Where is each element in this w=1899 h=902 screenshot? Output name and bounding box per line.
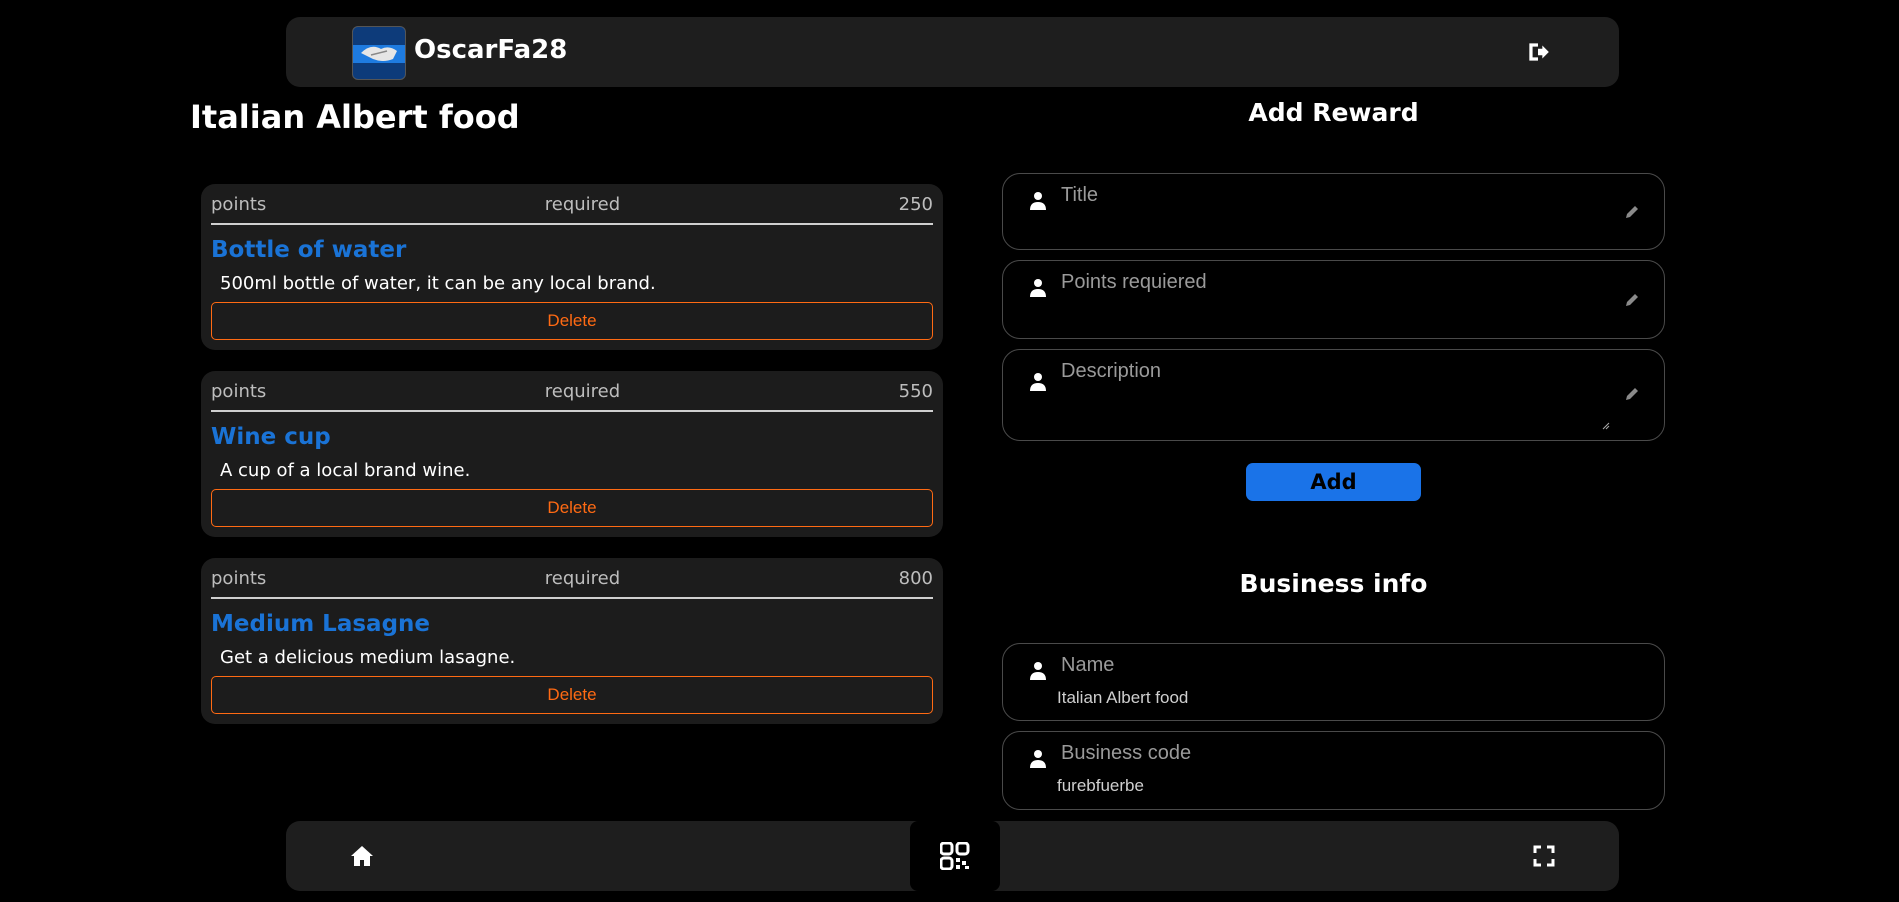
page-title: Italian Albert food <box>190 98 520 136</box>
person-icon <box>1030 662 1046 680</box>
delete-button[interactable]: Delete <box>211 489 933 527</box>
qr-code-button[interactable] <box>910 821 1000 891</box>
reward-title: Medium Lasagne <box>211 611 431 637</box>
resize-handle-icon[interactable] <box>1602 422 1610 430</box>
add-reward-heading: Add Reward <box>1248 98 1419 127</box>
reward-title: Wine cup <box>211 424 331 450</box>
required-label: required <box>544 568 621 589</box>
username: OscarFa28 <box>414 35 568 65</box>
points-value: 250 <box>898 194 933 215</box>
title-label: Title <box>1061 184 1099 206</box>
pencil-icon <box>1626 294 1638 306</box>
reward-card: points required 250 Bottle of water 500m… <box>201 184 943 350</box>
business-info-heading: Business info <box>1239 569 1428 598</box>
reward-card-header: points required 800 <box>211 568 933 599</box>
business-code-field[interactable]: Business code furebfuerbe <box>1002 731 1665 810</box>
points-label: points <box>211 568 267 589</box>
description-label: Description <box>1061 360 1162 382</box>
business-code-value: furebfuerbe <box>1057 776 1144 795</box>
qr-code-icon <box>940 842 970 870</box>
business-name-label: Name <box>1061 654 1115 676</box>
points-label: points <box>211 194 267 215</box>
description-field[interactable]: Description <box>1002 349 1665 441</box>
reward-title: Bottle of water <box>211 237 407 263</box>
reward-card: points required 800 Medium Lasagne Get a… <box>201 558 943 724</box>
points-label: points <box>211 381 267 402</box>
required-label: required <box>544 381 621 402</box>
title-field[interactable]: Title <box>1002 173 1665 250</box>
top-bar: OscarFa28 <box>286 17 1619 87</box>
business-name-field[interactable]: Name Italian Albert food <box>1002 643 1665 721</box>
reward-description: 500ml bottle of water, it can be any loc… <box>220 273 656 294</box>
pencil-icon <box>1626 206 1638 218</box>
business-name-value: Italian Albert food <box>1057 688 1189 707</box>
delete-button[interactable]: Delete <box>211 676 933 714</box>
add-button[interactable]: Add <box>1246 463 1421 501</box>
reward-card-header: points required 550 <box>211 381 933 412</box>
bottom-nav <box>286 821 1619 891</box>
reward-card: points required 550 Wine cup A cup of a … <box>201 371 943 537</box>
person-icon <box>1030 279 1046 297</box>
person-icon <box>1030 192 1046 210</box>
logout-icon[interactable] <box>1525 39 1551 65</box>
points-value: 800 <box>898 568 933 589</box>
reward-card-header: points required 250 <box>211 194 933 225</box>
points-value: 550 <box>898 381 933 402</box>
person-icon <box>1030 373 1046 391</box>
delete-button[interactable]: Delete <box>211 302 933 340</box>
reward-description: Get a delicious medium lasagne. <box>220 647 516 668</box>
pencil-icon <box>1626 388 1638 400</box>
rewards-list: points required 250 Bottle of water 500m… <box>201 184 943 745</box>
required-label: required <box>544 194 621 215</box>
home-icon[interactable] <box>350 845 374 867</box>
fullscreen-scan-icon[interactable] <box>1533 845 1555 867</box>
person-icon <box>1030 750 1046 768</box>
business-code-label: Business code <box>1061 742 1192 764</box>
points-required-label: Points requiered <box>1061 271 1207 293</box>
avatar[interactable] <box>352 26 406 80</box>
reward-description: A cup of a local brand wine. <box>220 460 471 481</box>
points-required-field[interactable]: Points requiered <box>1002 260 1665 339</box>
